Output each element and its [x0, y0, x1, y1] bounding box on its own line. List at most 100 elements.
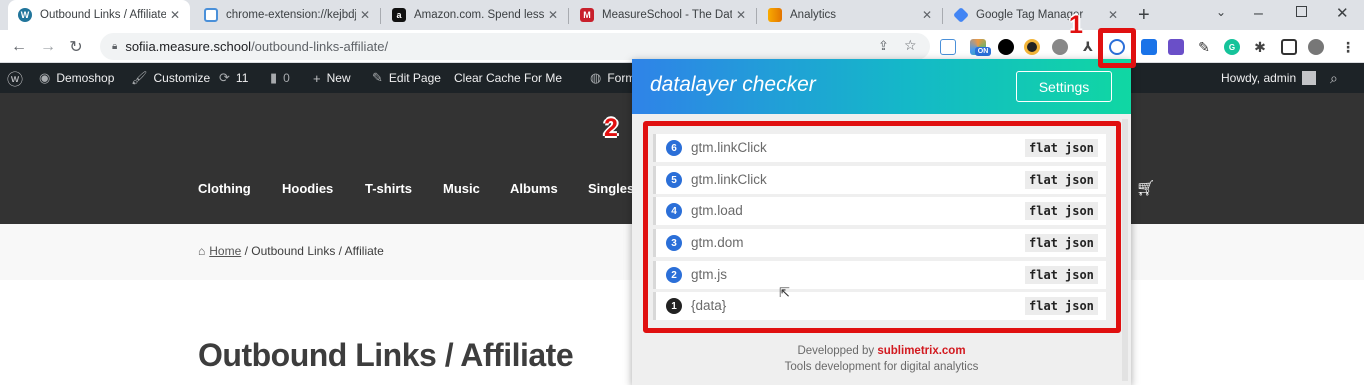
annotation-box-1 [1098, 28, 1136, 68]
tab-amazon[interactable]: a Amazon.com. Spend less. Sr ✕ [382, 0, 568, 30]
wordpress-icon: W [18, 8, 32, 22]
comments-link[interactable]: ▮ 0 [270, 63, 290, 93]
restore-icon[interactable] [1296, 6, 1307, 17]
measureschool-icon: M [580, 8, 594, 22]
tab-analytics[interactable]: Analytics ✕ [758, 0, 942, 30]
analytics-icon [768, 8, 782, 22]
settings-button[interactable]: Settings [1016, 71, 1112, 102]
annotation-label-1: 1 [1069, 11, 1083, 39]
close-tab-icon[interactable]: ✕ [356, 8, 374, 22]
share-icon[interactable]: ⇪ [878, 38, 889, 54]
tab-title: Analytics [790, 9, 837, 21]
tag-assistant-icon[interactable]: ⅄ [1080, 39, 1096, 55]
puzzle-extensions-icon[interactable]: ✱ [1252, 39, 1268, 55]
more-menu-icon[interactable]: ⋮ [1340, 39, 1356, 55]
clear-cache-link[interactable]: Clear Cache For Me [454, 63, 562, 93]
grammarly-icon[interactable]: G [1224, 39, 1240, 55]
comment-icon: ▮ [270, 70, 278, 85]
gtm-icon [953, 7, 969, 23]
forms-icon: ◍ [590, 70, 602, 85]
breadcrumb-current: / Outbound Links / Affiliate [241, 244, 384, 258]
close-tab-icon[interactable]: ✕ [732, 8, 750, 22]
nav-hoodies[interactable]: Hoodies [282, 181, 333, 196]
nav-albums[interactable]: Albums [510, 181, 558, 196]
annotation-label-2: 2 [604, 114, 618, 142]
back-icon[interactable]: ← [8, 36, 30, 58]
reload-icon[interactable]: ↻ [65, 36, 87, 58]
close-tab-icon[interactable]: ✕ [544, 8, 562, 22]
forms-menu[interactable]: ◍ Form [590, 63, 635, 93]
tab-chrome-extension[interactable]: chrome-extension://kejbdjr ✕ [194, 0, 380, 30]
annotation-box-2 [643, 121, 1121, 333]
forward-icon[interactable]: → [37, 36, 59, 58]
site-menu[interactable]: ◉ Demoshop [39, 63, 114, 93]
credits-prefix: Developped by [797, 345, 878, 357]
search-icon[interactable]: ⌕ [1330, 63, 1338, 93]
nav-music[interactable]: Music [443, 181, 480, 196]
nav-clothing[interactable]: Clothing [198, 181, 251, 196]
on-badge: ON [975, 47, 991, 56]
updates-link[interactable]: ⟳ 11 [219, 63, 248, 93]
close-tab-icon[interactable]: ✕ [918, 8, 936, 22]
nav-tshirts[interactable]: T-shirts [365, 181, 412, 196]
wordpress-logo-icon[interactable]: ⓦ [7, 63, 29, 93]
lock-icon: 🔒︎ [112, 41, 118, 52]
tab-title: chrome-extension://kejbdjr [226, 9, 356, 21]
site-name: Demoshop [56, 71, 115, 85]
tab-title: Google Tag Manager [976, 9, 1084, 21]
url-host: sofiia.measure.school [125, 39, 252, 54]
profile-avatar[interactable] [1308, 39, 1324, 55]
amazon-icon: a [392, 8, 406, 22]
new-tab-icon[interactable]: + [1138, 4, 1150, 27]
close-window-icon[interactable]: ✕ [1336, 4, 1349, 22]
pencil-icon: ✎ [372, 70, 383, 85]
tab-title: MeasureSchool - The Data- [602, 9, 732, 21]
page-title: Outbound Links / Affiliate [198, 337, 574, 373]
tab-outbound-links[interactable]: W Outbound Links / Affiliate - ✕ [8, 0, 190, 30]
update-icon: ⟳ [219, 70, 230, 85]
close-tab-icon[interactable]: ✕ [1104, 8, 1122, 22]
edit-page-label: Edit Page [388, 71, 441, 85]
credits-brand-link[interactable]: sublimetrix.com [877, 345, 965, 357]
customize-label: Customize [153, 71, 211, 85]
edit-page-link[interactable]: ✎ Edit Page [372, 63, 441, 93]
tab-title: Outbound Links / Affiliate - [40, 9, 166, 21]
clear-cache-label: Clear Cache For Me [454, 71, 563, 85]
new-menu[interactable]: + New [313, 63, 351, 93]
extension-icon[interactable] [940, 39, 956, 55]
popup-header: datalayer checker Settings [632, 59, 1131, 114]
url-path: /outbound-links-affiliate/ [251, 39, 389, 54]
new-label: New [326, 71, 351, 85]
howdy-label: Howdy, admin [1221, 71, 1297, 85]
firebug-extension-icon[interactable] [1024, 39, 1040, 55]
customize-link[interactable]: 🖌︎ Customize [131, 63, 210, 93]
tab-measureschool[interactable]: M MeasureSchool - The Data- ✕ [570, 0, 756, 30]
dashboard-icon: ◉ [39, 70, 51, 85]
cart-icon[interactable]: 🛒︎ [1136, 179, 1155, 197]
brush-icon: 🖌︎ [131, 70, 148, 85]
popup-title: datalayer checker [650, 73, 816, 96]
home-icon: ⌂ [198, 244, 206, 258]
gear-extension-icon[interactable] [1052, 39, 1068, 55]
nav-singles[interactable]: Singles [588, 181, 634, 196]
tab-google-tag-manager[interactable]: Google Tag Manager ✕ [944, 0, 1128, 30]
avatar [1302, 71, 1317, 85]
scrollbar[interactable] [1122, 119, 1128, 381]
dark-extension-icon[interactable] [998, 39, 1014, 55]
side-panel-icon[interactable] [1281, 39, 1297, 55]
lock-extension-icon[interactable] [1141, 39, 1157, 55]
bookmark-star-icon[interactable]: ☆ [904, 37, 917, 54]
plus-icon: + [313, 70, 321, 86]
credits-line: Developped by sublimetrix.com [632, 345, 1131, 357]
account-menu[interactable]: Howdy, admin [1221, 63, 1317, 93]
close-tab-icon[interactable]: ✕ [166, 8, 184, 22]
address-bar[interactable]: 🔒︎ sofiia.measure.school/outbound-links-… [100, 33, 930, 60]
tab-title: Amazon.com. Spend less. Sr [414, 9, 544, 21]
minimize-icon[interactable]: – [1254, 5, 1263, 23]
credits-tagline: Tools development for digital analytics [784, 361, 979, 373]
graduation-extension-icon[interactable] [1168, 39, 1184, 55]
pencil-icon[interactable]: ✎ [1196, 39, 1212, 55]
tab-search-icon[interactable]: ⌄ [1216, 5, 1226, 19]
breadcrumb: ⌂ Home / Outbound Links / Affiliate [198, 244, 384, 258]
breadcrumb-home-link[interactable]: Home [209, 244, 241, 258]
